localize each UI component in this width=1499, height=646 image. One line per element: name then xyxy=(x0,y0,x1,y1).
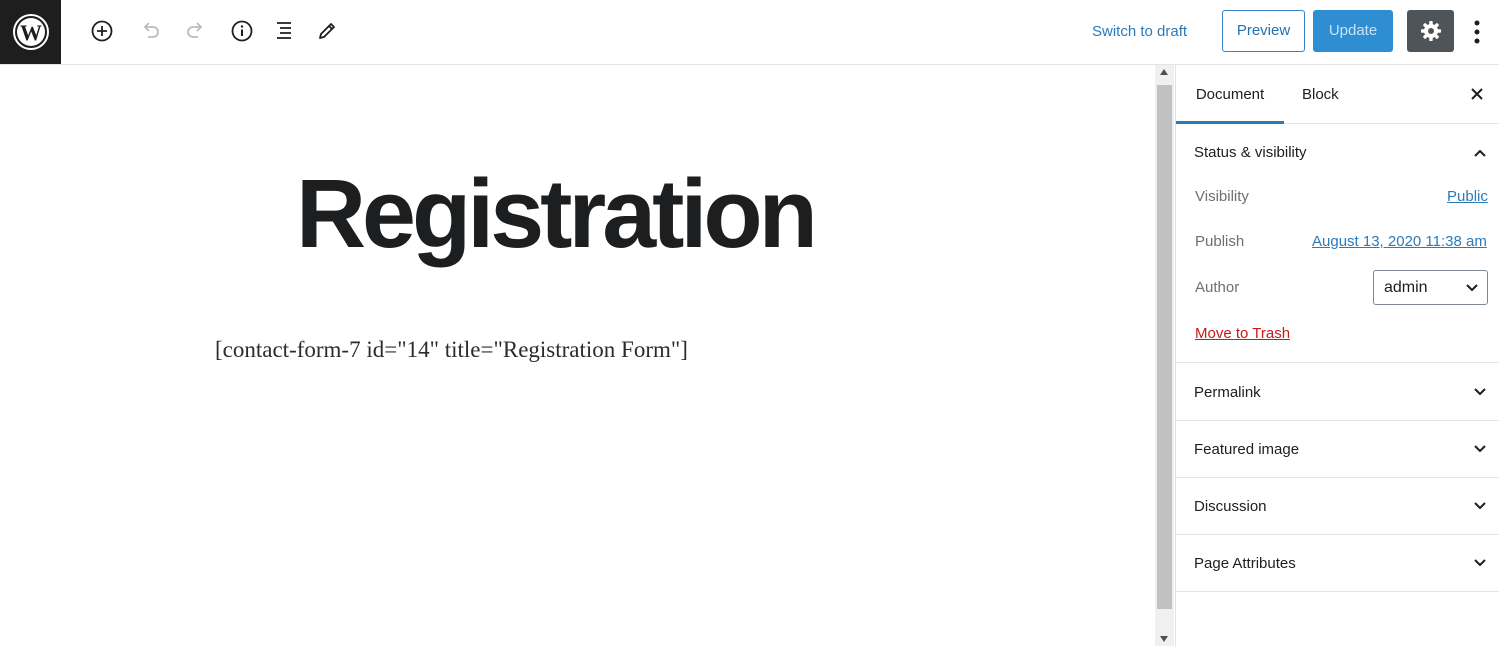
panel-title: Page Attributes xyxy=(1194,555,1296,572)
add-block-button[interactable] xyxy=(86,14,118,48)
settings-button[interactable] xyxy=(1407,10,1454,52)
update-button[interactable]: Update xyxy=(1313,10,1393,52)
panel-title: Discussion xyxy=(1194,498,1267,515)
panel-page-attributes[interactable]: Page Attributes xyxy=(1176,535,1499,592)
redo-icon xyxy=(187,22,203,38)
visibility-label: Visibility xyxy=(1195,188,1249,205)
chevron-down-icon xyxy=(1470,439,1490,459)
outline-icon xyxy=(277,22,291,39)
svg-text:W: W xyxy=(20,20,42,45)
top-toolbar: W Switch to draft Preview Update xyxy=(0,0,1499,65)
move-to-trash-link[interactable]: Move to Trash xyxy=(1195,325,1290,342)
chevron-down-icon xyxy=(1465,280,1479,294)
more-options-button[interactable] xyxy=(1462,12,1492,52)
author-select[interactable]: admin xyxy=(1373,270,1488,305)
panel-permalink[interactable]: Permalink xyxy=(1176,364,1499,421)
settings-sidebar: Document Block Status & visibility Visib… xyxy=(1175,65,1499,646)
publish-label: Publish xyxy=(1195,233,1245,250)
scroll-down-arrow-icon[interactable] xyxy=(1160,636,1168,642)
wordpress-logo-button[interactable]: W xyxy=(0,0,61,64)
settings-icon xyxy=(1420,21,1441,41)
panel-featured-image[interactable]: Featured image xyxy=(1176,421,1499,478)
chevron-down-icon xyxy=(1470,553,1490,573)
sidebar-tabs: Document Block xyxy=(1176,65,1499,124)
publish-date-link[interactable]: August 13, 2020 11:38 am xyxy=(1312,233,1487,250)
shortcode-block[interactable]: [contact-form-7 id="14" title="Registrat… xyxy=(215,337,688,363)
close-icon xyxy=(1471,88,1483,100)
editor-canvas: Registration [contact-form-7 id="14" tit… xyxy=(0,65,1155,646)
switch-to-draft-button[interactable]: Switch to draft xyxy=(1086,18,1193,46)
add-block-icon xyxy=(91,20,113,42)
status-visibility-panel: Status & visibility Visibility Public Pu… xyxy=(1176,125,1499,363)
tab-block[interactable]: Block xyxy=(1302,65,1339,124)
tab-document[interactable]: Document xyxy=(1176,65,1284,124)
visibility-link[interactable]: Public xyxy=(1447,188,1488,205)
chevron-down-icon xyxy=(1470,496,1490,516)
info-icon xyxy=(231,20,253,42)
author-select-value: admin xyxy=(1384,279,1428,296)
panel-title: Permalink xyxy=(1194,384,1261,401)
content-info-button[interactable] xyxy=(226,14,258,48)
edit-icon xyxy=(319,23,335,39)
wordpress-icon: W xyxy=(12,14,49,50)
close-sidebar-button[interactable] xyxy=(1466,83,1488,105)
undo-icon xyxy=(143,22,159,38)
scroll-up-arrow-icon[interactable] xyxy=(1160,69,1168,75)
more-icon xyxy=(1474,20,1480,44)
chevron-down-icon xyxy=(1470,382,1490,402)
undo-button[interactable] xyxy=(134,14,166,48)
post-title[interactable]: Registration xyxy=(296,159,818,269)
chevron-up-icon[interactable] xyxy=(1470,143,1490,163)
status-visibility-toggle[interactable]: Status & visibility xyxy=(1194,144,1307,161)
preview-button[interactable]: Preview xyxy=(1222,10,1305,52)
scrollbar-thumb[interactable] xyxy=(1157,85,1172,609)
redo-button[interactable] xyxy=(180,14,212,48)
editor-scrollbar[interactable] xyxy=(1155,65,1174,646)
panel-discussion[interactable]: Discussion xyxy=(1176,478,1499,535)
author-label: Author xyxy=(1195,279,1240,296)
panel-title: Featured image xyxy=(1194,441,1300,458)
block-navigation-button[interactable] xyxy=(268,14,300,48)
tools-button[interactable] xyxy=(311,14,343,48)
